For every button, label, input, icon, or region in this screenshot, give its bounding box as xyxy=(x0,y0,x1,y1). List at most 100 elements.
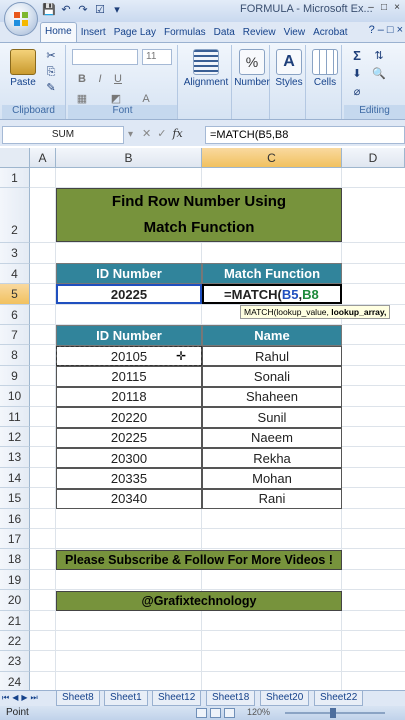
row-header-10[interactable]: 10 xyxy=(0,386,30,407)
bold-button[interactable]: B xyxy=(74,71,90,87)
table-row-name-cell[interactable]: Shaheen xyxy=(202,386,342,408)
alignment-button[interactable]: Alignment xyxy=(183,49,229,88)
copy-icon[interactable]: ⎘ xyxy=(44,65,58,79)
row-header-6[interactable]: 6 xyxy=(0,304,30,326)
autosum-icon[interactable]: Σ xyxy=(350,49,364,63)
title-banner[interactable]: Find Row Number Using Match Function xyxy=(56,188,342,242)
sheet-tab-sheet18[interactable]: Sheet18 xyxy=(206,691,256,706)
font-name-input[interactable] xyxy=(72,49,138,65)
last-sheet-icon[interactable]: ⏭ xyxy=(31,693,38,703)
lookup-value-cell[interactable]: 20225 xyxy=(56,284,202,304)
column-header-d[interactable]: D xyxy=(342,148,405,168)
tab-view[interactable]: View xyxy=(280,24,310,42)
name-box[interactable]: SUM xyxy=(2,126,124,144)
tab-page-layout[interactable]: Page Lay xyxy=(110,24,160,42)
table-id-header[interactable]: ID Number xyxy=(56,325,202,346)
row-header-1[interactable]: 1 xyxy=(0,168,30,189)
table-row-id-cell[interactable]: 20225 xyxy=(56,427,202,448)
table-row-id-cell[interactable]: 20300 xyxy=(56,448,202,469)
column-header-c[interactable]: C xyxy=(202,148,342,168)
format-painter-icon[interactable]: ✎ xyxy=(44,81,58,95)
cells-button[interactable]: Cells xyxy=(310,49,340,88)
tab-formulas[interactable]: Formulas xyxy=(160,24,210,42)
formula-cell[interactable]: =MATCH(B5, B8 xyxy=(202,284,342,304)
select-all-corner[interactable] xyxy=(0,148,30,168)
row-header-5[interactable]: 5 xyxy=(0,284,30,305)
paste-button[interactable]: Paste xyxy=(8,49,38,88)
clear-icon[interactable]: ⌀ xyxy=(350,85,364,99)
table-row-id-cell[interactable]: 20340 xyxy=(56,488,202,510)
sheet-tab-sheet20[interactable]: Sheet20 xyxy=(260,691,310,706)
table-row-name-cell[interactable]: Sunil xyxy=(202,407,342,428)
sheet-tab-sheet12[interactable]: Sheet12 xyxy=(152,691,202,706)
styles-button[interactable]: A Styles xyxy=(273,49,305,88)
cancel-icon[interactable]: ✕ xyxy=(142,127,151,140)
row-header-17[interactable]: 17 xyxy=(0,529,30,550)
handle-banner[interactable]: @Grafixtechnology xyxy=(56,591,342,611)
tab-acrobat[interactable]: Acrobat xyxy=(309,24,351,42)
table-row-name-cell[interactable]: Rekha xyxy=(202,448,342,469)
row-header-13[interactable]: 13 xyxy=(0,447,30,468)
prev-sheet-icon[interactable]: ◀ xyxy=(12,693,18,703)
row-header-18[interactable]: 18 xyxy=(0,549,30,570)
row-header-20[interactable]: 20 xyxy=(0,590,30,611)
row-header-12[interactable]: 12 xyxy=(0,427,30,448)
sheet-tab-sheet22[interactable]: Sheet22 xyxy=(314,691,364,706)
row-header-14[interactable]: 14 xyxy=(0,467,30,489)
insert-function-button[interactable]: fx xyxy=(172,127,182,140)
function-tooltip[interactable]: MATCH(lookup_value, lookup_array, xyxy=(240,305,391,319)
zoom-level[interactable]: 120% xyxy=(247,707,270,717)
first-sheet-icon[interactable]: ⏮ xyxy=(2,693,9,703)
redo-icon[interactable]: ↷ xyxy=(76,3,90,17)
table-row-name-cell[interactable]: Rahul xyxy=(202,346,342,367)
underline-button[interactable]: U xyxy=(110,71,126,87)
page-break-view-icon[interactable] xyxy=(224,708,235,718)
office-button[interactable] xyxy=(4,2,38,36)
cut-icon[interactable]: ✂ xyxy=(44,49,58,63)
row-header-15[interactable]: 15 xyxy=(0,488,30,509)
row-header-7[interactable]: 7 xyxy=(0,325,30,346)
tab-home[interactable]: Home xyxy=(40,22,77,42)
tab-data[interactable]: Data xyxy=(210,24,239,42)
close-icon[interactable]: × xyxy=(391,1,403,15)
formula-input[interactable]: =MATCH(B5,B8 xyxy=(205,126,405,144)
sort-filter-icon[interactable]: ⇅ xyxy=(372,49,386,63)
column-header-b[interactable]: B xyxy=(56,148,202,168)
help-icon[interactable]: ? xyxy=(369,24,375,36)
table-row-name-cell[interactable]: Naeem xyxy=(202,427,342,448)
row-header-9[interactable]: 9 xyxy=(0,365,30,387)
undo-icon[interactable]: ↶ xyxy=(59,3,73,17)
find-icon[interactable]: 🔍 xyxy=(372,67,386,81)
ribbon-restore-icon[interactable]: □ xyxy=(387,24,394,36)
table-name-header[interactable]: Name xyxy=(202,325,342,346)
table-row-id-cell[interactable]: 20335 xyxy=(56,468,202,489)
subscribe-banner[interactable]: Please Subscribe & Follow For More Video… xyxy=(56,550,342,570)
table-row-id-cell[interactable]: 20118 xyxy=(56,386,202,408)
italic-button[interactable]: I xyxy=(92,71,108,87)
number-button[interactable]: % Number xyxy=(234,49,270,88)
font-size-input[interactable]: 11 xyxy=(142,49,172,65)
dropdown-icon[interactable]: ▾ xyxy=(110,3,124,17)
save-icon[interactable]: 💾 xyxy=(42,3,56,17)
row-header-4[interactable]: 4 xyxy=(0,263,30,285)
row-header-19[interactable]: 19 xyxy=(0,569,30,591)
ribbon-close-icon[interactable]: × xyxy=(397,24,403,36)
row-header-8[interactable]: 8 xyxy=(0,345,30,366)
table-row-name-cell[interactable]: Sonali xyxy=(202,366,342,387)
row-header-24[interactable]: 24 xyxy=(0,671,30,690)
ribbon-minimize-icon[interactable]: – xyxy=(378,24,384,36)
row-header-16[interactable]: 16 xyxy=(0,508,30,530)
zoom-slider-handle[interactable] xyxy=(330,708,336,718)
fill-icon[interactable]: ⬇ xyxy=(350,67,364,81)
table-row-name-cell[interactable]: Mohan xyxy=(202,468,342,489)
lookup-match-header[interactable]: Match Function xyxy=(202,263,342,284)
row-header-11[interactable]: 11 xyxy=(0,406,30,428)
table-row-id-cell[interactable]: 20115 xyxy=(56,366,202,387)
column-header-a[interactable]: A xyxy=(30,148,56,168)
sheet-tab-sheet8[interactable]: Sheet8 xyxy=(56,691,100,706)
table-row-id-cell[interactable]: 20220 xyxy=(56,407,202,428)
row-header-22[interactable]: 22 xyxy=(0,631,30,652)
sheet-tab-sheet1[interactable]: Sheet1 xyxy=(104,691,148,706)
namebox-dropdown-icon[interactable]: ▾ xyxy=(128,129,133,140)
enter-icon[interactable]: ✓ xyxy=(157,127,166,140)
